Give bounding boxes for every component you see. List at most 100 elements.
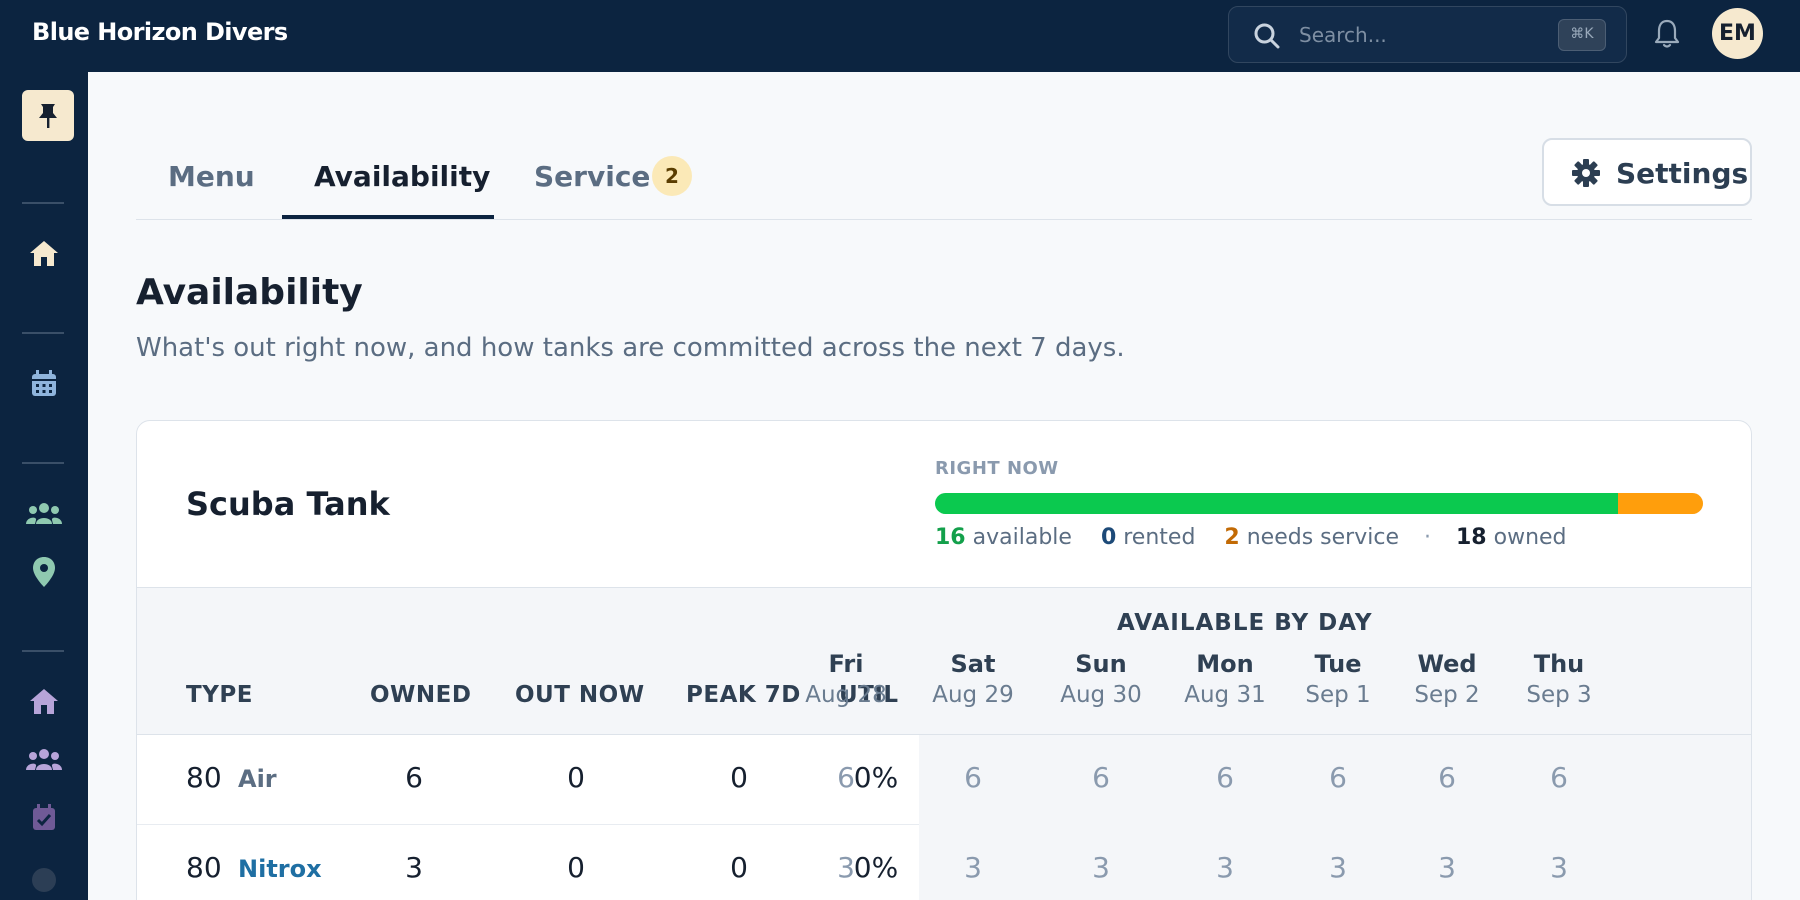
- status-bar: [935, 493, 1703, 514]
- available-label: available: [972, 525, 1072, 550]
- day-available-cell: 6: [837, 761, 855, 794]
- sidebar-item-shop[interactable]: [24, 682, 64, 722]
- col-owned[interactable]: OWNED: [370, 682, 471, 708]
- day-available-cell: 3: [1438, 851, 1456, 884]
- day-header: Tue Sep 1: [1278, 650, 1398, 708]
- pin-icon: [39, 104, 57, 128]
- users-icon: [26, 503, 62, 524]
- pin-button[interactable]: [22, 90, 74, 141]
- day-date: Aug 29: [932, 682, 1014, 708]
- map-pin-icon: [33, 557, 55, 587]
- day-header: Fri Aug 28: [786, 650, 906, 708]
- day-available-cell: 6: [1092, 761, 1110, 794]
- owned-count: 18: [1455, 525, 1487, 550]
- circle-icon: [32, 868, 56, 892]
- day-header: Sun Aug 30: [1041, 650, 1161, 708]
- tab-menu[interactable]: Menu: [168, 160, 255, 193]
- sidebar-divider: [22, 650, 64, 652]
- top-bar: Blue Horizon Divers Search... ⌘K EM: [0, 0, 1800, 72]
- day-available-cell: 6: [964, 761, 982, 794]
- owned-label: owned: [1493, 525, 1567, 550]
- out-now-cell: 0: [567, 851, 585, 884]
- col-out-now[interactable]: OUT NOW: [515, 682, 645, 708]
- sidebar-item-calendar[interactable]: [24, 364, 64, 404]
- gas-type: Air: [238, 765, 277, 793]
- day-date: Sep 1: [1305, 682, 1371, 708]
- bell-icon[interactable]: [1652, 18, 1682, 50]
- day-name: Sat: [950, 650, 996, 678]
- sidebar-divider: [22, 202, 64, 204]
- gear-icon: [1572, 159, 1600, 187]
- active-tab-indicator: [282, 215, 494, 219]
- rented-label: rented: [1123, 525, 1196, 550]
- available-segment: [935, 493, 1618, 514]
- needs-service-count: 2: [1224, 525, 1240, 550]
- sidebar-item-home[interactable]: [24, 234, 64, 274]
- day-header: Thu Sep 3: [1499, 650, 1619, 708]
- table-row[interactable]: 80 Air 6 0 0 0% 6 6 6 6 6 6 6: [137, 735, 1751, 825]
- table-header: TYPE OWNED OUT NOW PEAK 7D UTIL AVAILABL…: [137, 587, 1751, 735]
- sidebar-item-staff[interactable]: [24, 740, 64, 780]
- tab-service[interactable]: Service: [534, 160, 650, 193]
- day-date: Sep 3: [1526, 682, 1592, 708]
- tab-availability[interactable]: Availability: [314, 160, 490, 193]
- search-icon: [1254, 23, 1280, 49]
- out-now-cell: 0: [567, 761, 585, 794]
- day-name: Tue: [1314, 650, 1362, 678]
- day-name: Mon: [1196, 650, 1254, 678]
- calendar-check-icon: [33, 804, 55, 830]
- tank-size: 80: [186, 761, 222, 794]
- day-available-cell: 6: [1438, 761, 1456, 794]
- col-peak-7d[interactable]: PEAK 7D: [686, 682, 801, 708]
- day-date: Sep 2: [1414, 682, 1480, 708]
- brand-name[interactable]: Blue Horizon Divers: [32, 18, 288, 46]
- sidebar-divider: [22, 462, 64, 464]
- day-name: Thu: [1533, 650, 1585, 678]
- tank-size: 80: [186, 851, 222, 884]
- day-available-cell: 3: [837, 851, 855, 884]
- day-available-cell: 3: [1550, 851, 1568, 884]
- day-name: Fri: [828, 650, 864, 678]
- day-header: Sat Aug 29: [913, 650, 1033, 708]
- avatar[interactable]: EM: [1712, 8, 1763, 59]
- house-icon: [30, 689, 58, 714]
- rented-count: 0: [1100, 525, 1117, 550]
- day-available-cell: 6: [1329, 761, 1347, 794]
- owned-cell: 3: [405, 851, 423, 884]
- peak-cell: 0: [730, 851, 748, 884]
- sidebar-item-customers[interactable]: [24, 494, 64, 534]
- gas-type: Nitrox: [238, 855, 322, 883]
- shortcut-hint: ⌘K: [1558, 19, 1606, 51]
- col-type[interactable]: TYPE: [186, 682, 253, 708]
- search-input[interactable]: Search...: [1299, 23, 1387, 47]
- sidebar-item-more[interactable]: [24, 856, 64, 896]
- day-name: Sun: [1075, 650, 1127, 678]
- sidebar-item-schedule[interactable]: [24, 798, 64, 838]
- availability-card: Scuba Tank RIGHT NOW 16 available 0 rent…: [136, 420, 1752, 900]
- available-count: 16: [935, 525, 966, 550]
- card-title: Scuba Tank: [186, 485, 390, 523]
- home-icon: [30, 241, 58, 266]
- calendar-icon: [32, 370, 56, 396]
- separator-dot: ·: [1423, 525, 1431, 550]
- settings-button[interactable]: Settings: [1542, 138, 1752, 206]
- available-by-day-heading: AVAILABLE BY DAY: [1117, 610, 1373, 636]
- sidebar-item-locations[interactable]: [24, 552, 64, 592]
- day-available-cell: 6: [1216, 761, 1234, 794]
- owned-cell: 6: [405, 761, 423, 794]
- tab-bar: Menu Availability Service 2: [136, 120, 1752, 220]
- day-available-cell: 3: [1216, 851, 1234, 884]
- team-icon: [26, 749, 62, 770]
- right-now-stats: 16 available 0 rented 2 needs service · …: [935, 525, 1567, 550]
- day-header: Wed Sep 2: [1387, 650, 1507, 708]
- day-date: Aug 28: [805, 682, 887, 708]
- peak-cell: 0: [730, 761, 748, 794]
- sidebar-divider: [22, 332, 64, 334]
- day-available-cell: 3: [1329, 851, 1347, 884]
- needs-service-segment: [1617, 493, 1703, 514]
- search-box[interactable]: Search... ⌘K: [1228, 6, 1627, 63]
- day-name: Wed: [1417, 650, 1477, 678]
- table-row[interactable]: 80 Nitrox 3 0 0 0% 3 3 3 3 3 3 3: [137, 825, 1751, 900]
- right-now-label: RIGHT NOW: [935, 458, 1059, 479]
- day-date: Aug 30: [1060, 682, 1142, 708]
